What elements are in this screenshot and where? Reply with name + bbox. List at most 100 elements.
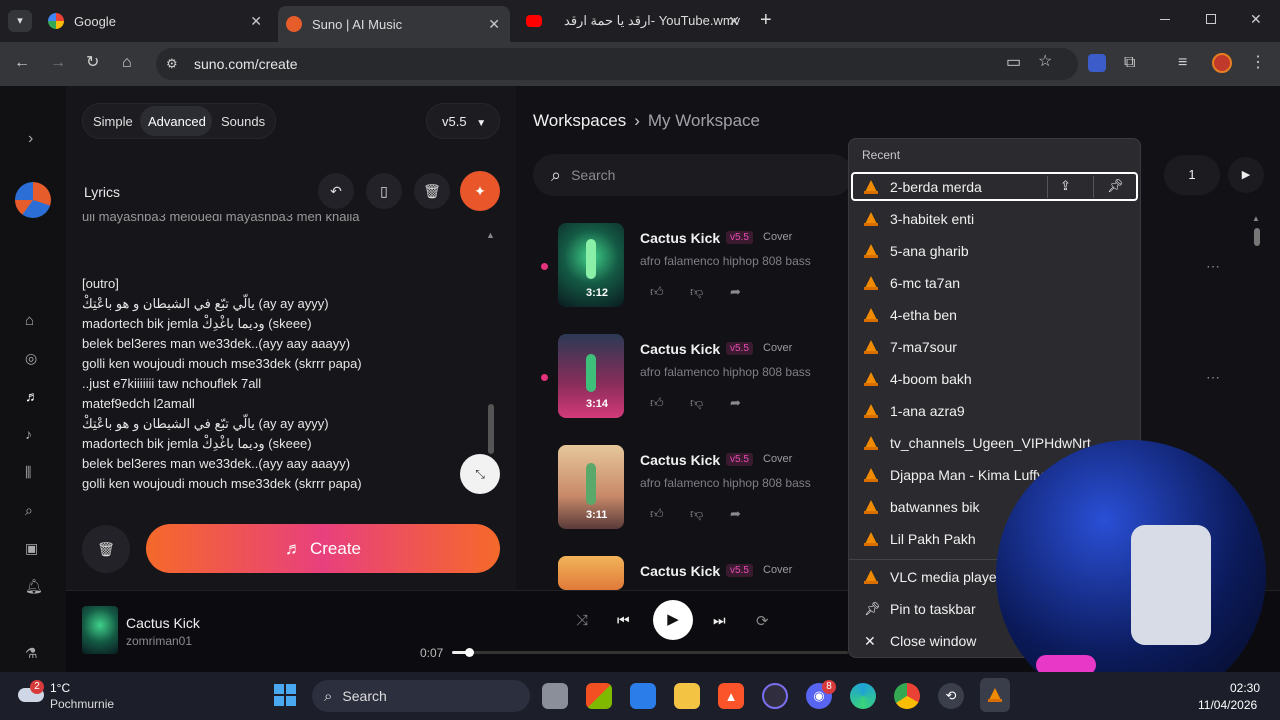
like-icon[interactable]: 👍︎: [650, 395, 664, 411]
song-thumbnail[interactable]: [558, 556, 624, 590]
share-icon[interactable]: ➦: [730, 506, 741, 522]
resize-handle-icon[interactable]: ⤡: [460, 454, 500, 494]
minimize-icon[interactable]: [1160, 19, 1170, 20]
song-title[interactable]: Cactus Kick: [640, 452, 720, 468]
next-icon[interactable]: ⏭︎: [713, 612, 726, 629]
hooks-nav-icon[interactable]: ▣: [25, 540, 38, 557]
studio-nav-icon[interactable]: ♪: [25, 426, 32, 442]
task-view-icon[interactable]: [542, 683, 568, 709]
previous-icon[interactable]: ⏮︎: [617, 612, 630, 629]
tab-search-button[interactable]: ▾: [8, 10, 32, 32]
extensions-icon[interactable]: ⧉: [1124, 55, 1135, 71]
recent-item[interactable]: 3-habitek enti: [848, 203, 1141, 235]
progress-track[interactable]: [452, 651, 848, 654]
breadcrumb-my-workspace[interactable]: My Workspace: [648, 111, 760, 131]
song-thumbnail[interactable]: 3:12: [558, 223, 624, 307]
play-button[interactable]: ▶: [653, 600, 693, 640]
extension-shield-icon[interactable]: [1088, 54, 1106, 72]
site-info-icon[interactable]: ⚙: [166, 56, 178, 72]
back-icon[interactable]: ←: [14, 55, 30, 71]
tab-suno[interactable]: Suno | AI Music ✕: [278, 6, 510, 42]
expand-rail-icon[interactable]: ›: [28, 130, 33, 148]
song-thumbnail[interactable]: 3:11: [558, 445, 624, 529]
store-icon[interactable]: [586, 683, 612, 709]
magic-wand-button[interactable]: ✦: [460, 171, 500, 211]
close-tab-icon[interactable]: ✕: [728, 13, 740, 30]
profile-avatar[interactable]: [1212, 53, 1232, 73]
tab-youtube[interactable]: ارقد يا حمة ارقد- YouTube.wmv ✕: [518, 6, 750, 36]
vlc-taskbar-icon[interactable]: [980, 678, 1010, 712]
reload-icon[interactable]: ↻: [86, 55, 99, 71]
close-tab-icon[interactable]: ✕: [488, 16, 500, 33]
repeat-icon[interactable]: ⟳: [756, 612, 769, 630]
mode-advanced[interactable]: Advanced: [148, 114, 206, 129]
new-tab-button[interactable]: +: [760, 9, 772, 32]
save-lyrics-button[interactable]: ▯: [366, 173, 402, 209]
clock-time[interactable]: 02:30: [1230, 681, 1260, 695]
obs-icon[interactable]: [762, 683, 788, 709]
list-scroll-up-icon[interactable]: ▲: [1252, 214, 1260, 223]
start-button[interactable]: [274, 684, 296, 706]
create-button[interactable]: ♬ Create: [146, 524, 500, 573]
media-controls-icon[interactable]: ≡: [1178, 55, 1187, 71]
recent-item[interactable]: 5-ana gharib: [848, 235, 1141, 267]
close-tab-icon[interactable]: ✕: [250, 13, 262, 30]
dislike-icon[interactable]: 👎︎: [690, 284, 703, 300]
taskbar-search[interactable]: ⌕ Search: [312, 680, 530, 712]
page-number[interactable]: 1: [1164, 155, 1220, 195]
edge-icon[interactable]: [850, 683, 876, 709]
recent-item[interactable]: 6-mc ta7an: [848, 267, 1141, 299]
brave-icon[interactable]: ▲: [718, 683, 744, 709]
recent-item[interactable]: 7-ma7sour: [848, 331, 1141, 363]
forward-icon[interactable]: →: [50, 55, 66, 71]
file-explorer-icon[interactable]: [674, 683, 700, 709]
dislike-icon[interactable]: 👎︎: [690, 506, 703, 522]
clear-button[interactable]: 🗑︎: [82, 525, 130, 573]
shuffle-icon[interactable]: ⤨: [576, 612, 588, 629]
notifications-nav-icon[interactable]: 🔔︎: [25, 578, 43, 595]
song-title[interactable]: Cactus Kick: [640, 563, 720, 579]
library-nav-icon[interactable]: ⫼: [25, 464, 31, 481]
share-icon[interactable]: ➦: [730, 395, 741, 411]
like-icon[interactable]: 👍︎: [650, 506, 664, 522]
restore-icon[interactable]: [1206, 14, 1216, 24]
breadcrumb-workspaces[interactable]: Workspaces: [533, 111, 626, 131]
song-title[interactable]: Cactus Kick: [640, 230, 720, 246]
recent-item[interactable]: 4-etha ben: [848, 299, 1141, 331]
clock-date[interactable]: 11/04/2026: [1198, 698, 1257, 712]
share-icon[interactable]: ➦: [730, 284, 741, 300]
chrome-icon[interactable]: [894, 683, 920, 709]
lyrics-scrollbar[interactable]: [488, 404, 494, 454]
mode-simple[interactable]: Simple: [93, 114, 133, 129]
undo-button[interactable]: ↶: [318, 173, 354, 209]
song-title[interactable]: Cactus Kick: [640, 341, 720, 357]
now-playing-artist[interactable]: zomriman01: [126, 634, 192, 648]
home-nav-icon[interactable]: ⌂: [25, 312, 34, 329]
scroll-up-arrow-icon[interactable]: ▲: [486, 230, 495, 240]
weather-widget[interactable]: 2 1°C Pochmurnie: [18, 680, 138, 714]
next-page-button[interactable]: ▶: [1228, 157, 1264, 193]
now-playing-title[interactable]: Cactus Kick: [126, 615, 200, 631]
microsoft-store-icon[interactable]: [630, 683, 656, 709]
address-bar[interactable]: suno.com/create: [156, 48, 1078, 80]
version-select[interactable]: v5.5 ▼: [426, 103, 500, 139]
explore-nav-icon[interactable]: ◎: [25, 350, 37, 367]
like-icon[interactable]: 👍︎: [650, 284, 664, 300]
mode-sounds[interactable]: Sounds: [221, 114, 265, 129]
suno-logo[interactable]: [15, 182, 51, 218]
search-field[interactable]: ⌕ Search: [533, 154, 853, 196]
now-playing-thumbnail[interactable]: [82, 606, 118, 654]
progress-knob[interactable]: [465, 648, 474, 657]
close-window-icon[interactable]: ✕: [1250, 11, 1262, 28]
recent-item[interactable]: 1-ana azra9: [848, 395, 1141, 427]
recorder-icon[interactable]: ⟲: [938, 683, 964, 709]
recent-item[interactable]: 4-boom bakh: [848, 363, 1141, 395]
recent-item[interactable]: 2-berda merda: [848, 171, 1141, 203]
create-nav-icon[interactable]: ♬: [25, 388, 39, 404]
home-icon[interactable]: ⌂: [122, 55, 132, 71]
song-thumbnail[interactable]: 3:14: [558, 334, 624, 418]
tab-google[interactable]: Google ✕: [40, 6, 272, 36]
search-nav-icon[interactable]: ⌕: [25, 502, 33, 519]
more-options-icon[interactable]: ⋯: [1206, 258, 1220, 275]
list-scrollbar[interactable]: [1254, 228, 1260, 246]
